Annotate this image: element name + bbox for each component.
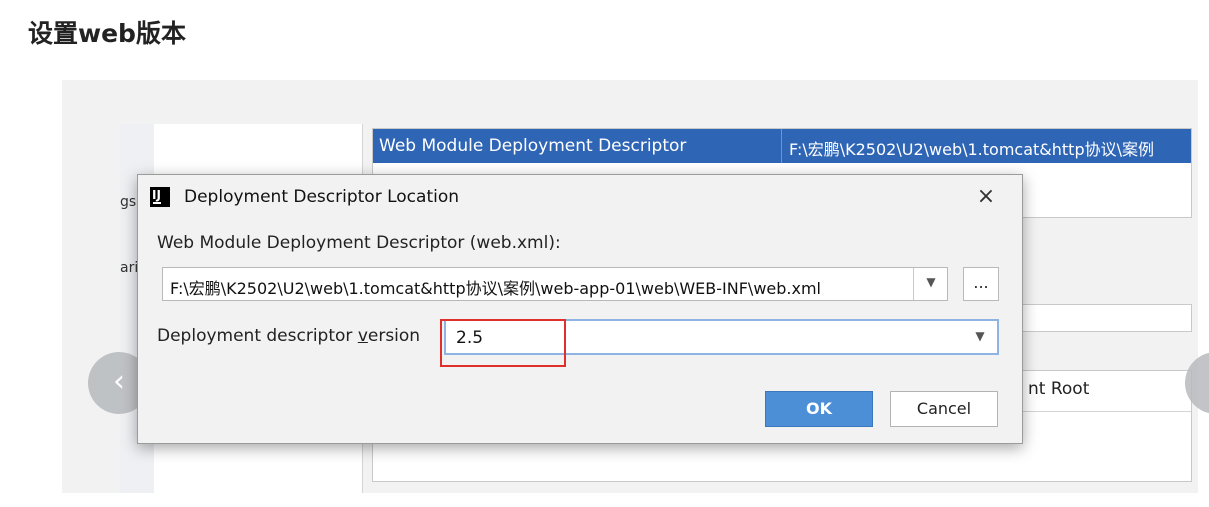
combobox-separator	[913, 268, 914, 300]
descriptor-path-cell: F:\宏鹏\K2502\U2\web\1.tomcat&http协议\案例	[789, 140, 1154, 159]
intellij-app-icon: IJ	[150, 187, 170, 207]
annotation-highlight-box	[440, 319, 566, 367]
descriptor-path-combobox[interactable]: F:\宏鹏\K2502\U2\web\1.tomcat&http协议\案例\we…	[162, 267, 948, 301]
chevron-down-icon[interactable]: ▼	[919, 275, 943, 289]
deployment-descriptor-dialog: IJ Deployment Descriptor Location × Web …	[137, 174, 1023, 444]
descriptor-path-value: F:\宏鹏\K2502\U2\web\1.tomcat&http协议\案例\we…	[170, 279, 821, 298]
cancel-button[interactable]: Cancel	[890, 391, 998, 427]
column-divider	[781, 129, 782, 163]
descriptor-path-label: Web Module Deployment Descriptor (web.xm…	[157, 233, 561, 253]
page-title: 设置web版本	[28, 19, 186, 48]
version-label-prefix: Deployment descriptor	[157, 326, 358, 346]
browse-button[interactable]: ...	[963, 267, 999, 301]
version-label: Deployment descriptor version	[157, 326, 420, 346]
version-label-mnemonic: v	[357, 326, 368, 346]
dialog-title: Deployment Descriptor Location	[184, 187, 460, 207]
chevron-down-icon[interactable]: ▼	[968, 329, 992, 343]
table-row-selected[interactable]: Web Module Deployment Descriptor F:\宏鹏\K…	[373, 129, 1191, 163]
dialog-title-bar: IJ Deployment Descriptor Location ×	[138, 175, 1022, 219]
ok-button[interactable]: OK	[765, 391, 873, 427]
truncated-label: ari	[120, 260, 139, 276]
close-icon[interactable]: ×	[970, 181, 1002, 213]
truncated-label: gs	[120, 194, 137, 210]
descriptor-type-cell: Web Module Deployment Descriptor	[379, 136, 687, 156]
column-header-web-root: nt Root	[1028, 379, 1090, 399]
version-label-suffix: ersion	[367, 326, 421, 346]
